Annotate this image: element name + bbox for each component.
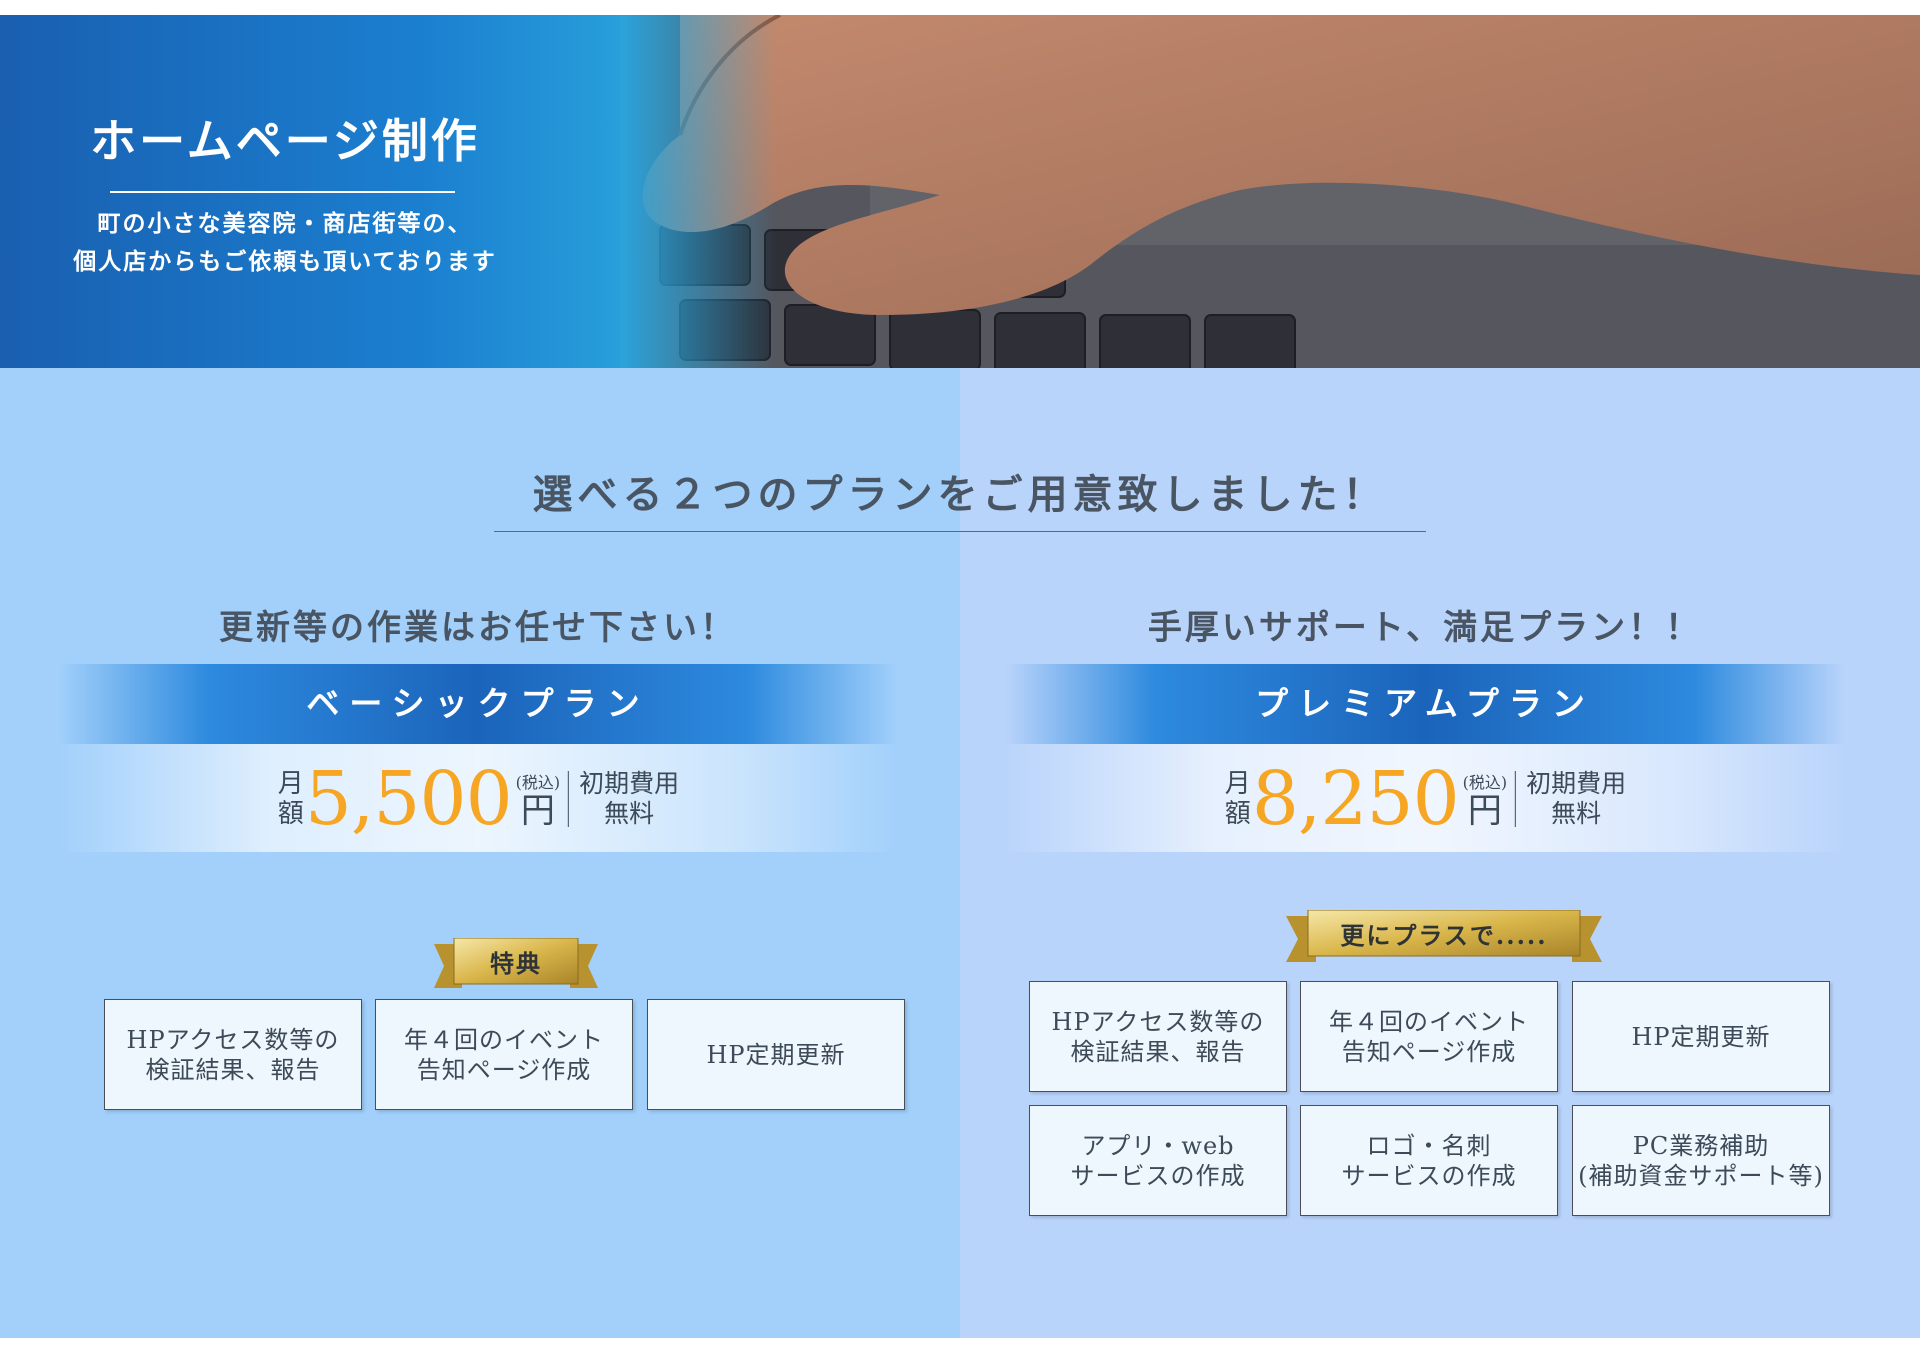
- initial-fee-label: 初期費用: [579, 769, 680, 798]
- price-unit-char: 月: [277, 769, 304, 799]
- feature-box: HPアクセス数等の 検証結果、報告: [104, 999, 362, 1110]
- plan-price-row: 月 額 8,250 (税込) 円 初期費用 無料: [1005, 744, 1845, 852]
- price-currency: (税込) 円: [1463, 769, 1508, 829]
- main-heading-rule: [494, 531, 1426, 532]
- feature-box: HP定期更新: [647, 999, 905, 1110]
- initial-fee-note: 初期費用 無料: [579, 769, 679, 829]
- price-amount: 5,500: [304, 756, 513, 842]
- feature-box: アプリ・web サービスの作成: [1029, 1105, 1287, 1216]
- premium-plan: 手厚いサポート、満足プラン！！ プレミアムプラン 月 額 8,250 (税込) …: [1005, 600, 1845, 852]
- price-block: 月 額 5,500 (税込) 円 初期費用 無料: [277, 756, 679, 842]
- price-unit: 月 額: [277, 769, 305, 829]
- bonus-ribbon: 特典: [434, 938, 598, 994]
- tax-label: (税込): [515, 773, 561, 792]
- initial-fee-note: 初期費用 無料: [1526, 769, 1626, 829]
- yen-sign: 円: [520, 791, 555, 831]
- plan-name-band: ベーシックプラン: [58, 664, 898, 744]
- price-amount: 8,250: [1251, 756, 1460, 842]
- hero-subtitle-line: 個人店からもご依頼も頂いております: [73, 248, 497, 275]
- hero-title: ホームページ制作: [90, 114, 480, 168]
- hero-banner: ホームページ制作 町の小さな美容院・商店街等の、 個人店からもご依頼も頂いており…: [0, 15, 1920, 368]
- basic-plan: 更新等の作業はお任せ下さい！ ベーシックプラン 月 額 5,500 (税込) 円…: [58, 600, 898, 852]
- hero-subtitle-line: 町の小さな美容院・商店街等の、: [97, 210, 473, 237]
- price-divider: [568, 771, 570, 827]
- keyboard-photo: [620, 15, 1920, 368]
- feature-box: HP定期更新: [1572, 981, 1830, 1092]
- hero-subtitle: 町の小さな美容院・商店街等の、 個人店からもご依頼も頂いております: [40, 205, 530, 281]
- price-block: 月 額 8,250 (税込) 円 初期費用 無料: [1224, 756, 1626, 842]
- feature-box: ロゴ・名刺 サービスの作成: [1300, 1105, 1558, 1216]
- feature-box: 年４回のイベント 告知ページ作成: [375, 999, 633, 1110]
- initial-fee-label: 初期費用: [1526, 769, 1627, 798]
- tax-label: (税込): [1462, 773, 1508, 792]
- initial-fee-value: 無料: [1551, 799, 1602, 828]
- yen-sign: 円: [1467, 791, 1502, 831]
- plus-ribbon: 更にプラスで.....: [1286, 910, 1602, 966]
- price-unit-char: 月: [1224, 769, 1251, 799]
- price-divider: [1515, 771, 1517, 827]
- plan-catchphrase: 手厚いサポート、満足プラン！！: [1147, 608, 1703, 648]
- price-unit-char: 額: [277, 799, 304, 829]
- feature-box: HPアクセス数等の 検証結果、報告: [1029, 981, 1287, 1092]
- price-currency: (税込) 円: [516, 769, 561, 829]
- price-unit-char: 額: [1224, 799, 1251, 829]
- plan-price-row: 月 額 5,500 (税込) 円 初期費用 無料: [58, 744, 898, 852]
- initial-fee-value: 無料: [604, 799, 655, 828]
- ribbon-label: 更にプラスで.....: [1340, 920, 1548, 950]
- plan-name-band: プレミアムプラン: [1005, 664, 1845, 744]
- feature-box: PC業務補助 (補助資金サポート等): [1572, 1105, 1830, 1216]
- main-heading: 選べる２つのプランをご用意致しました！: [532, 471, 1388, 518]
- plan-catchphrase: 更新等の作業はお任せ下さい！: [219, 608, 737, 648]
- feature-box: 年４回のイベント 告知ページ作成: [1300, 981, 1558, 1092]
- hero-title-underline: [110, 191, 455, 193]
- ribbon-label: 特典: [490, 948, 542, 978]
- price-unit: 月 額: [1224, 769, 1252, 829]
